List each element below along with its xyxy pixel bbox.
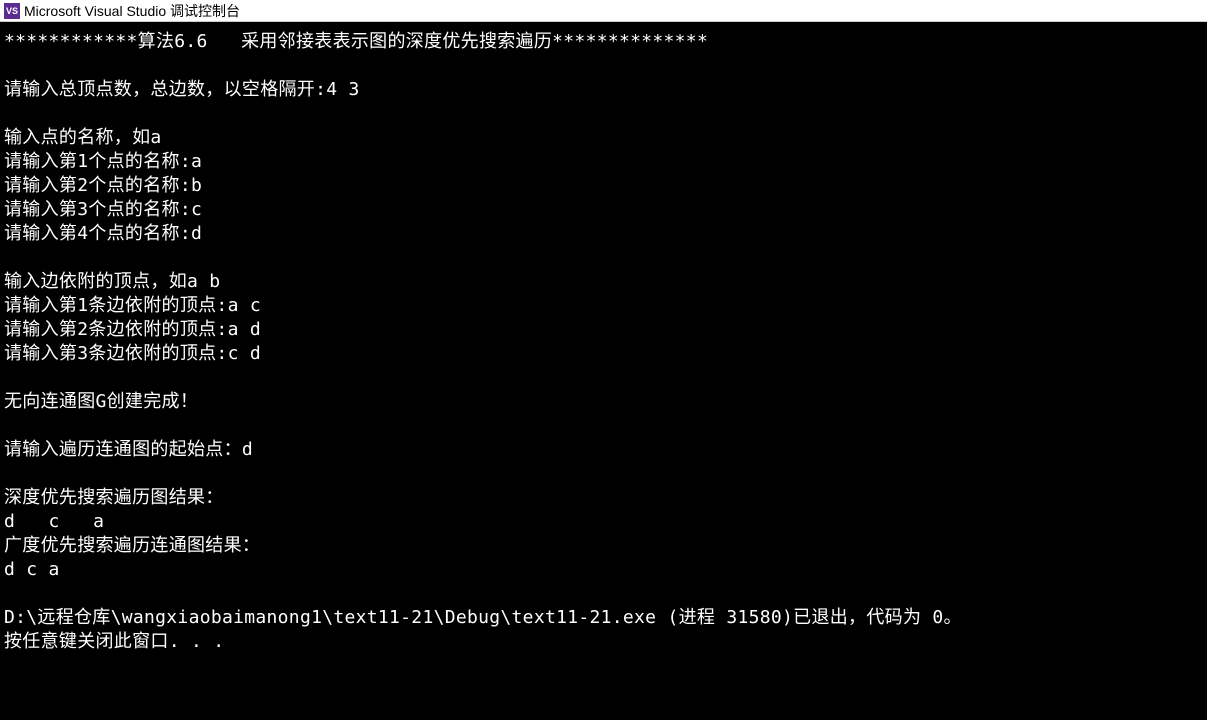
window-title-bar: VS Microsoft Visual Studio 调试控制台 — [0, 0, 1207, 22]
vs-icon-label: VS — [6, 6, 18, 16]
window-title: Microsoft Visual Studio 调试控制台 — [24, 1, 240, 21]
console-output[interactable]: ************算法6.6 采用邻接表表示图的深度优先搜索遍历*****… — [0, 22, 1207, 720]
vs-icon: VS — [4, 3, 20, 19]
